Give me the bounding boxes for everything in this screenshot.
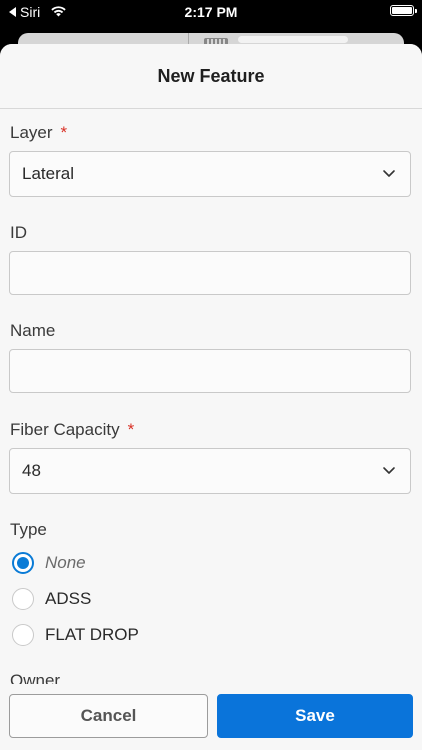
background-search-bar bbox=[238, 36, 348, 43]
chevron-down-icon bbox=[383, 467, 395, 474]
fiber-capacity-required-mark: * bbox=[127, 420, 135, 439]
sheet-footer: Cancel Save bbox=[0, 684, 422, 750]
name-label: Name bbox=[10, 321, 56, 340]
type-option-none[interactable]: None bbox=[12, 549, 86, 577]
id-field[interactable] bbox=[9, 251, 411, 295]
type-option-label: ADSS bbox=[45, 589, 92, 608]
fiber-capacity-select[interactable]: 48 bbox=[9, 448, 411, 494]
cancel-button[interactable]: Cancel bbox=[9, 694, 208, 738]
radio-button[interactable] bbox=[12, 588, 34, 610]
owner-label: Owner bbox=[10, 671, 61, 684]
type-option-label: FLAT DROP bbox=[45, 625, 139, 644]
fiber-capacity-label: Fiber Capacity * bbox=[10, 420, 134, 440]
chevron-down-icon bbox=[383, 170, 395, 177]
name-field[interactable] bbox=[9, 349, 411, 393]
id-label: ID bbox=[10, 223, 27, 242]
type-option-flat-drop[interactable]: FLAT DROP bbox=[12, 621, 139, 649]
status-bar: Siri 2:17 PM bbox=[0, 0, 422, 26]
fiber-capacity-value: 48 bbox=[22, 461, 41, 480]
type-label: Type bbox=[10, 520, 47, 539]
layer-select[interactable]: Lateral bbox=[9, 151, 411, 197]
layer-required-mark: * bbox=[60, 123, 68, 142]
new-feature-sheet: New Feature Layer * Lateral ID Name Fiber… bbox=[0, 44, 422, 750]
radio-button-selected[interactable] bbox=[12, 552, 34, 574]
type-option-adss[interactable]: ADSS bbox=[12, 585, 91, 613]
sheet-title: New Feature bbox=[157, 65, 265, 86]
layer-label-text: Layer bbox=[10, 123, 53, 142]
sheet-header: New Feature bbox=[0, 44, 422, 109]
clock: 2:17 PM bbox=[184, 4, 238, 20]
layer-value: Lateral bbox=[22, 164, 74, 183]
fiber-capacity-label-text: Fiber Capacity bbox=[10, 420, 120, 439]
battery-icon bbox=[390, 5, 417, 16]
layer-label: Layer * bbox=[10, 123, 67, 143]
radio-button[interactable] bbox=[12, 624, 34, 646]
feature-form[interactable]: Layer * Lateral ID Name Fiber Capacity * 4… bbox=[0, 109, 422, 684]
type-option-label: None bbox=[45, 553, 86, 572]
battery-level bbox=[392, 7, 412, 14]
save-button[interactable]: Save bbox=[217, 694, 413, 738]
